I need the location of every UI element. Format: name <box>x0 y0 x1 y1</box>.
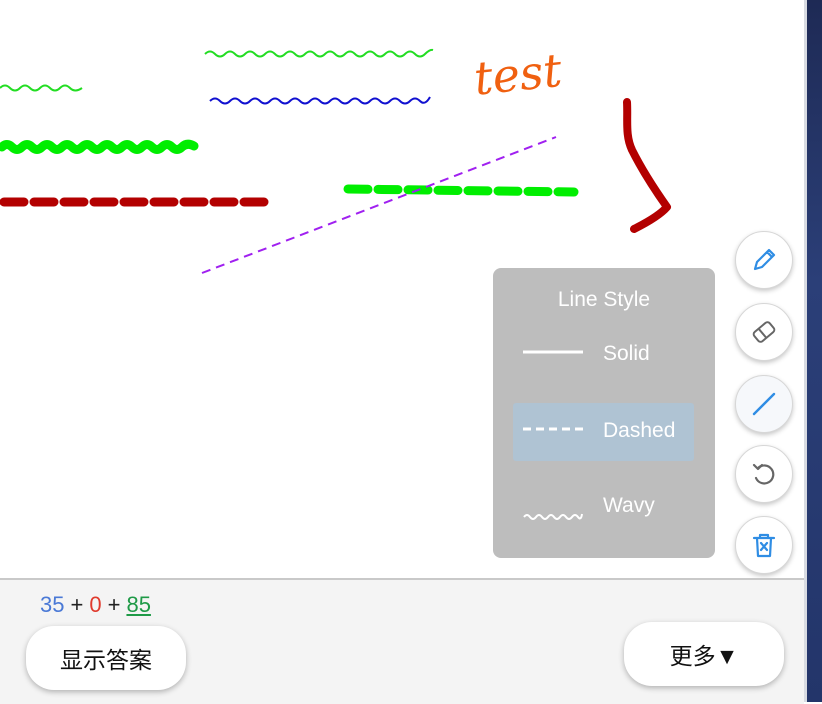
wavy-line-sample-icon <box>523 513 583 520</box>
score-value-b: 0 <box>89 592 102 617</box>
line-style-dashed-label: Dashed <box>603 419 676 442</box>
line-style-panel: Line Style Solid Dashed Wavy <box>493 268 715 558</box>
stroke-light-green-wavy-2 <box>0 84 83 92</box>
more-button[interactable]: 更多▼ <box>624 622 784 686</box>
dashed-line-sample-icon <box>523 427 583 431</box>
line-tool-button[interactable] <box>735 375 793 433</box>
bottom-bar: 35 +0 +85 显示答案 更多▼ <box>0 578 804 704</box>
undo-icon <box>752 463 775 485</box>
score-value-a: 35 <box>40 592 65 617</box>
score-plus-1: + <box>70 592 84 617</box>
score-line: 35 +0 +85 <box>40 592 151 618</box>
line-style-wavy-label: Wavy <box>603 494 655 517</box>
eraser-tool-button[interactable] <box>735 303 793 361</box>
trash-icon <box>752 533 776 558</box>
line-style-dashed[interactable]: Dashed <box>513 403 694 461</box>
score-plus-2: + <box>107 592 121 617</box>
solid-line-sample-icon <box>523 350 583 354</box>
window-edge <box>804 0 822 702</box>
line-icon <box>752 392 776 416</box>
stroke-light-green-wavy-1 <box>204 48 434 58</box>
pencil-icon <box>753 248 776 271</box>
stroke-blue-wavy <box>209 96 431 105</box>
stroke-green-dashed <box>343 184 579 197</box>
line-style-solid[interactable]: Solid <box>513 326 694 384</box>
pen-tool-button[interactable] <box>735 231 793 289</box>
show-answer-button[interactable]: 显示答案 <box>26 626 186 690</box>
handwritten-text: test <box>471 43 564 106</box>
score-value-c[interactable]: 85 <box>126 592 150 617</box>
stroke-green-thick-wavy <box>0 139 199 154</box>
panel-title: Line Style <box>557 288 651 311</box>
undo-tool-button[interactable] <box>735 445 793 503</box>
stroke-red-freehand <box>623 98 671 233</box>
line-style-wavy[interactable]: Wavy <box>513 480 694 538</box>
clear-tool-button[interactable] <box>735 516 793 574</box>
line-style-solid-label: Solid <box>603 342 650 365</box>
eraser-icon <box>752 321 776 343</box>
